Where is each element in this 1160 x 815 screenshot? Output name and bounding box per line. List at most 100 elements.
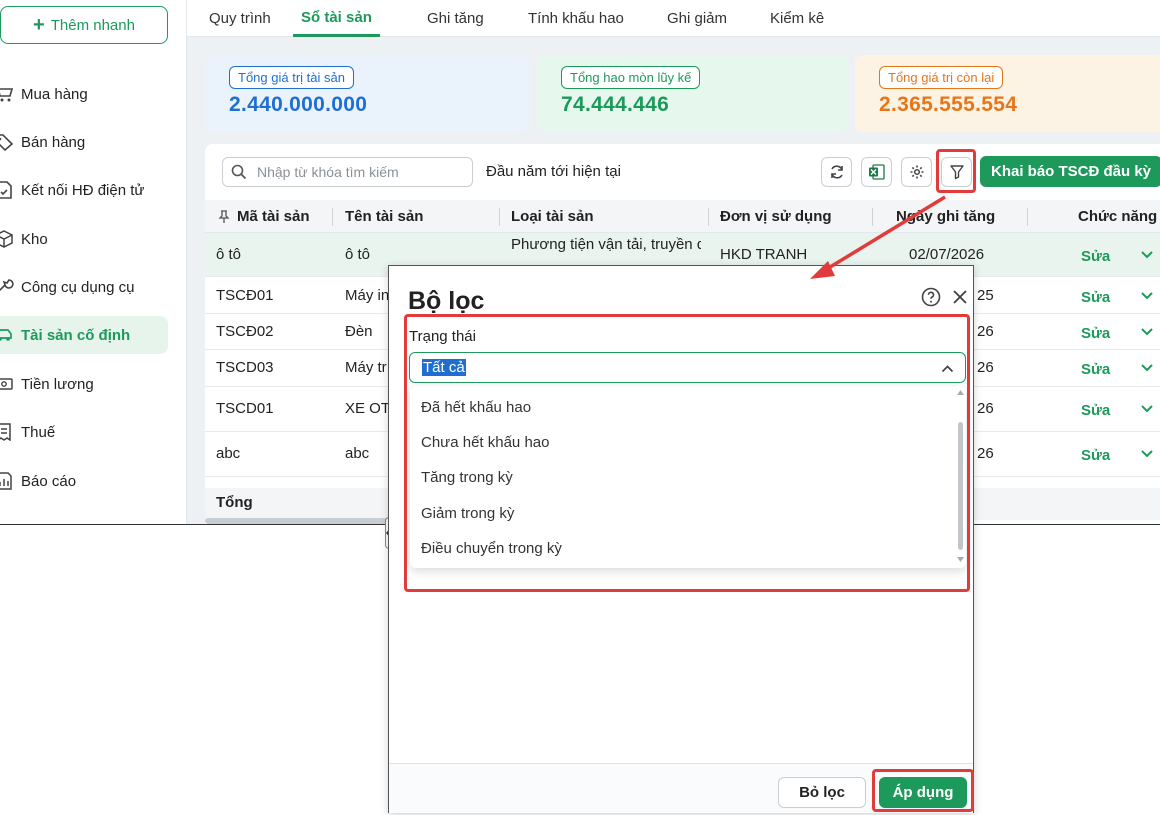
settings-button[interactable] [901, 157, 932, 187]
edit-link[interactable]: Sửa [1081, 402, 1110, 419]
cell-date: 26 [977, 400, 994, 417]
chevron-down-icon[interactable] [1140, 327, 1154, 337]
column-header-type[interactable]: Loại tài sản [511, 200, 594, 233]
sidebar-item-warehouse[interactable]: Kho [0, 220, 168, 258]
tab-inventory-check[interactable]: Kiểm kê [762, 0, 832, 37]
column-header-unit[interactable]: Đơn vị sử dụng [720, 200, 832, 233]
summary-value: 74.444.446 [561, 93, 670, 116]
filter-highlight [936, 149, 976, 193]
column-header-date[interactable]: Ngày ghi tăng [896, 200, 995, 233]
chevron-down-icon[interactable] [1140, 363, 1154, 373]
cell-code: TSCD03 [216, 359, 274, 376]
gear-icon [910, 165, 923, 179]
tab-asset-ledger[interactable]: Sổ tài sản [293, 0, 380, 37]
sidebar-item-label: Công cụ dụng cụ [21, 278, 135, 296]
horizontal-scrollbar[interactable] [205, 518, 387, 524]
sidebar-item-payroll[interactable]: Tiền lương [0, 365, 168, 403]
quick-add-button[interactable]: + Thêm nhanh [0, 6, 168, 44]
tab-decrease[interactable]: Ghi giảm [659, 0, 735, 37]
sidebar-item-label: Thuế [21, 423, 56, 441]
report-icon [0, 471, 20, 491]
cell-name: abc [345, 445, 370, 462]
cell-date: 26 [977, 445, 994, 462]
chevron-down-icon[interactable] [1140, 250, 1154, 260]
status-field-highlight [404, 314, 970, 592]
cell-code: abc [216, 445, 241, 462]
sidebar: + Thêm nhanh Mua hàng Bán hàng Kết nối H… [0, 0, 187, 524]
edit-link[interactable]: Sửa [1081, 289, 1110, 306]
chevron-down-icon[interactable] [1140, 291, 1154, 301]
cart-icon [0, 84, 20, 104]
toolbar: Nhập từ khóa tìm kiếm Đầu năm tới hiện t… [205, 144, 1160, 200]
car-icon [0, 325, 20, 345]
summary-label: Tổng giá trị tài sản [229, 66, 354, 89]
sidebar-item-label: Bán hàng [21, 133, 86, 151]
sidebar-item-label: Kho [21, 230, 48, 248]
declare-opening-assets-button[interactable]: Khai báo TSCĐ đầu kỳ [980, 156, 1160, 187]
summary-card-accumulated-depreciation: Tổng hao mòn lũy kế 74.444.446 [537, 55, 848, 132]
sidebar-item-label: Mua hàng [21, 85, 88, 103]
period-selector[interactable]: Đầu năm tới hiện tại [486, 163, 621, 180]
summary-card-total-value: Tổng giá trị tài sản 2.440.000.000 [205, 55, 530, 132]
cell-date: 26 [977, 359, 994, 376]
receipt-icon [0, 422, 20, 442]
pin-icon [218, 210, 230, 223]
chevron-down-icon[interactable] [1140, 449, 1154, 459]
edit-link[interactable]: Sửa [1081, 325, 1110, 342]
refresh-icon [830, 165, 843, 179]
filter-dialog: Bộ lọc Trạng thái Tất cả Đã hết khấu hao… [388, 265, 974, 813]
excel-icon [869, 164, 885, 180]
sidebar-item-tools[interactable]: Công cụ dụng cụ [0, 268, 168, 306]
edit-link[interactable]: Sửa [1081, 248, 1110, 265]
column-header-name[interactable]: Tên tài sản [345, 200, 423, 233]
summary-label: Tổng hao mòn lũy kế [561, 66, 701, 89]
clear-filter-button[interactable]: Bỏ lọc [778, 777, 866, 808]
tab-process[interactable]: Quy trình [201, 0, 279, 37]
sidebar-item-label: Tài sản cố định [21, 326, 131, 344]
search-input[interactable]: Nhập từ khóa tìm kiếm [222, 157, 473, 187]
e-invoice-icon [0, 180, 20, 200]
sidebar-item-purchase[interactable]: Mua hàng [0, 75, 168, 113]
cell-code: ô tô [216, 246, 242, 263]
dialog-title: Bộ lọc [408, 287, 485, 315]
sidebar-item-e-invoice[interactable]: Kết nối HĐ điện tử [0, 171, 168, 209]
money-icon [0, 374, 20, 394]
screen: + Thêm nhanh Mua hàng Bán hàng Kết nối H… [0, 0, 1160, 815]
cell-name: Đèn [345, 323, 373, 340]
cell-date: 02/07/2026 [909, 246, 985, 263]
plus-icon: + [33, 14, 45, 36]
cell-date: 25 [977, 287, 994, 304]
total-label: Tổng [216, 494, 253, 511]
close-icon[interactable] [951, 288, 969, 306]
edit-link[interactable]: Sửa [1081, 361, 1110, 378]
apply-highlight [872, 769, 974, 812]
tag-icon [0, 132, 20, 152]
dialog-footer: Bỏ lọc Áp dụng [389, 763, 974, 813]
sidebar-item-tax[interactable]: Thuế [0, 413, 168, 451]
cell-date: 26 [977, 323, 994, 340]
cell-unit: HKD TRANH [720, 246, 808, 263]
sidebar-item-sales[interactable]: Bán hàng [0, 123, 168, 161]
table-header: Mã tài sản Tên tài sản Loại tài sản Đơn … [205, 200, 1160, 233]
export-excel-button[interactable] [861, 157, 892, 187]
search-placeholder: Nhập từ khóa tìm kiếm [257, 164, 399, 180]
tools-icon [0, 277, 20, 297]
cell-name: XE OT [345, 400, 391, 417]
box-icon [0, 229, 20, 249]
summary-value: 2.365.555.554 [879, 93, 1018, 116]
summary-label: Tổng giá trị còn lại [879, 66, 1004, 89]
tab-depreciation[interactable]: Tính khấu hao [520, 0, 632, 37]
cell-code: TSCD01 [216, 400, 274, 417]
cell-type: Phương tiện vận tải, truyền dẫ [511, 236, 701, 253]
chevron-down-icon[interactable] [1140, 404, 1154, 414]
sidebar-item-label: Tiền lương [21, 375, 94, 393]
search-icon [231, 164, 247, 180]
help-icon[interactable] [921, 287, 941, 307]
sidebar-item-report[interactable]: Báo cáo [0, 462, 168, 500]
edit-link[interactable]: Sửa [1081, 447, 1110, 464]
sidebar-item-fixed-assets[interactable]: Tài sản cố định [0, 316, 168, 354]
refresh-button[interactable] [821, 157, 852, 187]
cell-name: Máy in [345, 287, 390, 304]
column-header-code[interactable]: Mã tài sản [237, 200, 310, 233]
tab-increase[interactable]: Ghi tăng [419, 0, 492, 37]
